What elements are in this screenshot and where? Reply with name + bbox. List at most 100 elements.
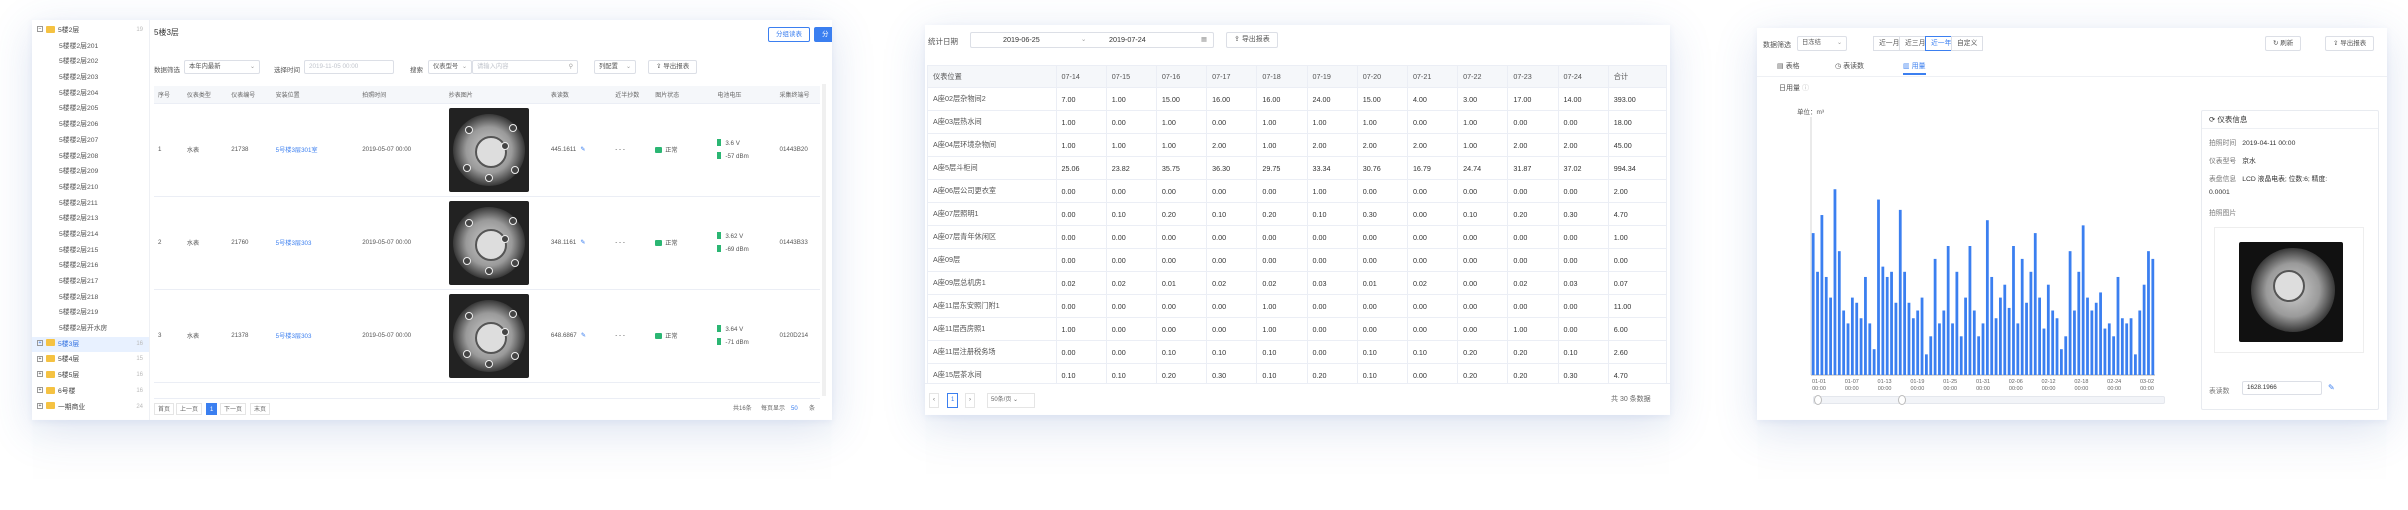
chart-bar[interactable] xyxy=(1842,310,1846,376)
install-location[interactable]: 5号楼3层303 xyxy=(271,289,359,383)
column-header[interactable]: 07-19 xyxy=(1306,65,1358,88)
table-row[interactable]: A座11层东安照门附1 0.00 0.00 0.00 0.00 1.00 0.00 0.00 0… xyxy=(927,294,1668,318)
chart-bar[interactable] xyxy=(1833,189,1837,375)
chart-bar[interactable] xyxy=(1816,271,1819,375)
edit-icon[interactable]: ✎ xyxy=(581,332,586,339)
chart-bar[interactable] xyxy=(2068,251,2072,375)
chart-bar[interactable] xyxy=(1946,246,1950,375)
chart-bar[interactable] xyxy=(1907,302,1911,375)
chart-bar[interactable] xyxy=(2125,323,2129,375)
chart-bar[interactable] xyxy=(1916,310,1920,376)
edit-icon[interactable]: ✎ xyxy=(580,146,585,153)
chart-bar[interactable] xyxy=(2103,328,2107,375)
chart-bar[interactable] xyxy=(2059,349,2063,375)
chart-bar[interactable] xyxy=(1824,276,1828,375)
slider-handle-right[interactable] xyxy=(1898,395,1906,405)
chart-bar[interactable] xyxy=(1855,302,1859,375)
group-param-button[interactable]: 分组参数 xyxy=(814,27,832,77)
chart-bar[interactable] xyxy=(1933,258,1937,375)
refresh-button[interactable]: ↻ 刷新 xyxy=(2265,36,2302,51)
table-row[interactable]: A座02层杂物间2 7.00 1.00 15.00 16.00 16.00 24.00 15.… xyxy=(927,87,1668,111)
meter-photo[interactable] xyxy=(448,200,529,285)
chart-bar[interactable] xyxy=(1951,323,1954,375)
chart-bar[interactable] xyxy=(2142,284,2146,375)
prev-page-icon[interactable]: ‹ xyxy=(929,393,939,408)
page-number[interactable]: 1 xyxy=(947,393,959,408)
tree-leaf[interactable]: 5楼楼2层210 xyxy=(32,180,149,196)
chart-bar[interactable] xyxy=(2038,297,2041,375)
chart-bar[interactable] xyxy=(2073,310,2076,376)
export-button[interactable]: ⇪ 导出报表 xyxy=(2325,36,2375,51)
chart-bar[interactable] xyxy=(2112,336,2116,375)
page-size-select[interactable]: 50条/页 ⌄ xyxy=(987,393,1035,408)
meter-photo-cell[interactable] xyxy=(444,103,547,197)
column-header[interactable]: 07-17 xyxy=(1206,65,1258,88)
chart-bar[interactable] xyxy=(1981,323,1985,375)
tree-leaf[interactable]: 5楼楼2层开水房 xyxy=(32,321,149,337)
column-header[interactable]: 图片状态 xyxy=(651,86,714,104)
table-row[interactable]: A座06层公司更衣室 0.00 0.00 0.00 0.00 0.00 1.00 0.00 0.… xyxy=(927,179,1668,203)
table-row[interactable]: A座07层青年休闲区 0.00 0.00 0.00 0.00 0.00 0.00 0.00 0.… xyxy=(927,225,1668,249)
column-header[interactable]: 采集终端号 xyxy=(775,86,820,104)
table-row[interactable]: A座07层照明1 0.00 0.10 0.20 0.10 0.20 0.10 0.30 0.00… xyxy=(927,202,1668,226)
chart-bar[interactable] xyxy=(2086,297,2089,375)
chart-bar[interactable] xyxy=(1911,318,1915,375)
column-header[interactable]: 07-20 xyxy=(1356,65,1408,88)
chart-bar[interactable] xyxy=(2081,225,2085,375)
column-header[interactable]: 07-23 xyxy=(1507,65,1559,88)
meter-photo[interactable] xyxy=(448,107,529,192)
chart-bar[interactable] xyxy=(2016,323,2020,375)
chart-bar[interactable] xyxy=(1964,297,1967,375)
chart-bar[interactable] xyxy=(2116,276,2120,375)
chart-bar[interactable] xyxy=(1999,297,2002,375)
chart-bar[interactable] xyxy=(2029,271,2033,375)
column-header[interactable]: 近半抄数 xyxy=(611,86,652,104)
chart-bar[interactable] xyxy=(1903,271,1907,375)
expand-icon[interactable]: + xyxy=(37,402,43,409)
tree-leaf[interactable]: 5楼楼2层203 xyxy=(32,70,149,86)
chart-bar[interactable] xyxy=(2129,318,2133,375)
range-button[interactable]: 自定义 xyxy=(1951,36,1984,51)
chart-bar[interactable] xyxy=(2120,318,2124,375)
column-header[interactable]: 07-18 xyxy=(1256,65,1308,88)
chart-bar[interactable] xyxy=(2099,292,2102,375)
column-header[interactable]: 安装位置 xyxy=(271,86,359,104)
column-header[interactable]: 07-15 xyxy=(1105,65,1157,88)
tree-leaf[interactable]: 5楼楼2层206 xyxy=(32,117,149,133)
chart-bar[interactable] xyxy=(1929,336,1933,375)
column-header[interactable]: 序号 xyxy=(154,86,183,104)
chart-bar[interactable] xyxy=(2138,310,2142,376)
column-header[interactable]: 拍照时间 xyxy=(358,86,445,104)
chart-bar[interactable] xyxy=(2051,310,2055,376)
export-button[interactable]: ⇪ 导出报表 xyxy=(648,60,698,74)
date-range-picker[interactable]: 2019-06-25 ⌄ 2019-07-24 ▦ xyxy=(970,32,1214,48)
export-button[interactable]: ⇪ 导出报表 xyxy=(1226,32,1278,48)
chart-bar[interactable] xyxy=(1985,220,1989,375)
search-icon[interactable]: ⚲ xyxy=(569,61,573,73)
edit-icon[interactable]: ✎ xyxy=(2328,383,2335,392)
column-header[interactable]: 仪表位置 xyxy=(927,65,1057,88)
tab-table[interactable]: ▤ 表格 xyxy=(1777,61,1800,75)
table-row[interactable]: A座11层注册税务场 0.00 0.00 0.10 0.10 0.10 0.00 0.10 0.… xyxy=(927,340,1668,364)
tree-leaf[interactable]: 5楼楼2层217 xyxy=(32,274,149,290)
tree-group[interactable]: +5楼4层 15 xyxy=(32,352,149,368)
tree-group[interactable]: +5楼3层 16 xyxy=(32,336,149,353)
tree-leaf[interactable]: 5楼楼2层215 xyxy=(32,243,149,259)
chart-bar[interactable] xyxy=(2094,302,2098,375)
chart-bar[interactable] xyxy=(1881,266,1885,375)
tree-group[interactable]: + 一期商业 24 xyxy=(32,400,149,416)
column-header[interactable]: 表读数 xyxy=(546,86,612,104)
table-row[interactable]: A座04层环境杂物间 1.00 1.00 1.00 2.00 1.00 2.00 2.00 2.… xyxy=(927,133,1668,157)
date-to[interactable]: 2019-07-24 xyxy=(1109,33,1146,47)
tree-leaf[interactable]: 5楼楼2层208 xyxy=(32,149,149,165)
chart-bar[interactable] xyxy=(2003,284,2007,375)
next-page-icon[interactable]: › xyxy=(965,393,975,408)
filter-data-select[interactable]: 本年内最新 ⌄ xyxy=(184,60,260,74)
meter-photo[interactable] xyxy=(2214,227,2364,353)
chart-bar[interactable] xyxy=(1977,336,1981,375)
tree-group[interactable]: − 5楼2层 19 xyxy=(32,23,149,39)
date-from[interactable]: 2019-06-25 xyxy=(1003,33,1040,47)
filter-select[interactable]: 日冻结 ⌄ xyxy=(1797,36,1847,51)
range-slider[interactable] xyxy=(1813,395,2165,405)
table-row[interactable]: 3 水表 21378 5号楼3层303 2019-05-07 00:00 648.6867… xyxy=(154,289,820,383)
